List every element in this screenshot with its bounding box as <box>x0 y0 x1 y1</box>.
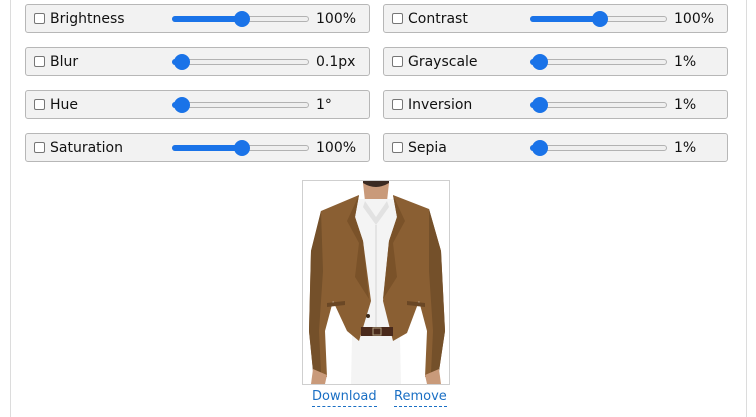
brightness-slider-thumb[interactable] <box>233 11 250 27</box>
saturation-checkbox[interactable] <box>34 142 45 153</box>
remove-link[interactable]: Remove <box>394 389 447 407</box>
blur-slider[interactable] <box>172 54 309 70</box>
blur-label: Blur <box>50 54 79 70</box>
filter-editor: Brightness 100% Contrast 100% Blur 0.1px… <box>0 0 756 417</box>
grayscale-slider-thumb[interactable] <box>532 54 548 70</box>
inversion-checkbox[interactable] <box>392 99 403 110</box>
filter-hue: Hue 1° <box>25 90 370 119</box>
grayscale-checkbox[interactable] <box>392 56 403 67</box>
filter-brightness: Brightness 100% <box>25 4 370 33</box>
inversion-slider-thumb[interactable] <box>532 97 548 113</box>
blur-value: 0.1px <box>316 54 356 70</box>
inversion-slider[interactable] <box>530 97 667 113</box>
contrast-label: Contrast <box>408 11 468 27</box>
contrast-value: 100% <box>674 11 715 27</box>
hue-value: 1° <box>316 97 332 113</box>
brightness-value: 100% <box>316 11 357 27</box>
filter-contrast: Contrast 100% <box>383 4 728 33</box>
sepia-slider[interactable] <box>530 140 667 156</box>
contrast-slider-fill <box>530 16 600 22</box>
contrast-slider[interactable] <box>530 11 667 27</box>
hue-slider-thumb[interactable] <box>174 97 190 113</box>
grayscale-slider[interactable] <box>530 54 667 70</box>
blazer-photo-icon <box>309 181 445 384</box>
product-image <box>302 180 450 385</box>
hue-slider[interactable] <box>172 97 309 113</box>
inversion-label: Inversion <box>408 97 473 113</box>
blur-slider-thumb[interactable] <box>174 54 190 70</box>
saturation-slider-fill <box>172 145 242 151</box>
grayscale-value: 1% <box>674 54 697 70</box>
saturation-slider-thumb[interactable] <box>233 140 250 156</box>
filter-grayscale: Grayscale 1% <box>383 47 728 76</box>
filter-sepia: Sepia 1% <box>383 133 728 162</box>
sepia-slider-thumb[interactable] <box>532 140 548 156</box>
sepia-label: Sepia <box>408 140 447 156</box>
sepia-value: 1% <box>674 140 697 156</box>
hue-checkbox[interactable] <box>34 99 45 110</box>
filter-inversion: Inversion 1% <box>383 90 728 119</box>
grayscale-label: Grayscale <box>408 54 478 70</box>
saturation-slider[interactable] <box>172 140 309 156</box>
filter-saturation: Saturation 100% <box>25 133 370 162</box>
panel-left-border <box>10 0 11 417</box>
brightness-label: Brightness <box>50 11 125 27</box>
saturation-label: Saturation <box>50 140 123 156</box>
sepia-checkbox[interactable] <box>392 142 403 153</box>
saturation-value: 100% <box>316 140 357 156</box>
contrast-checkbox[interactable] <box>392 13 403 24</box>
brightness-slider[interactable] <box>172 11 309 27</box>
panel-right-border <box>746 0 747 417</box>
inversion-value: 1% <box>674 97 697 113</box>
blur-checkbox[interactable] <box>34 56 45 67</box>
hue-label: Hue <box>50 97 79 113</box>
brightness-checkbox[interactable] <box>34 13 45 24</box>
download-link[interactable]: Download <box>312 389 377 407</box>
contrast-slider-thumb[interactable] <box>591 11 608 27</box>
filter-blur: Blur 0.1px <box>25 47 370 76</box>
brightness-slider-fill <box>172 16 242 22</box>
